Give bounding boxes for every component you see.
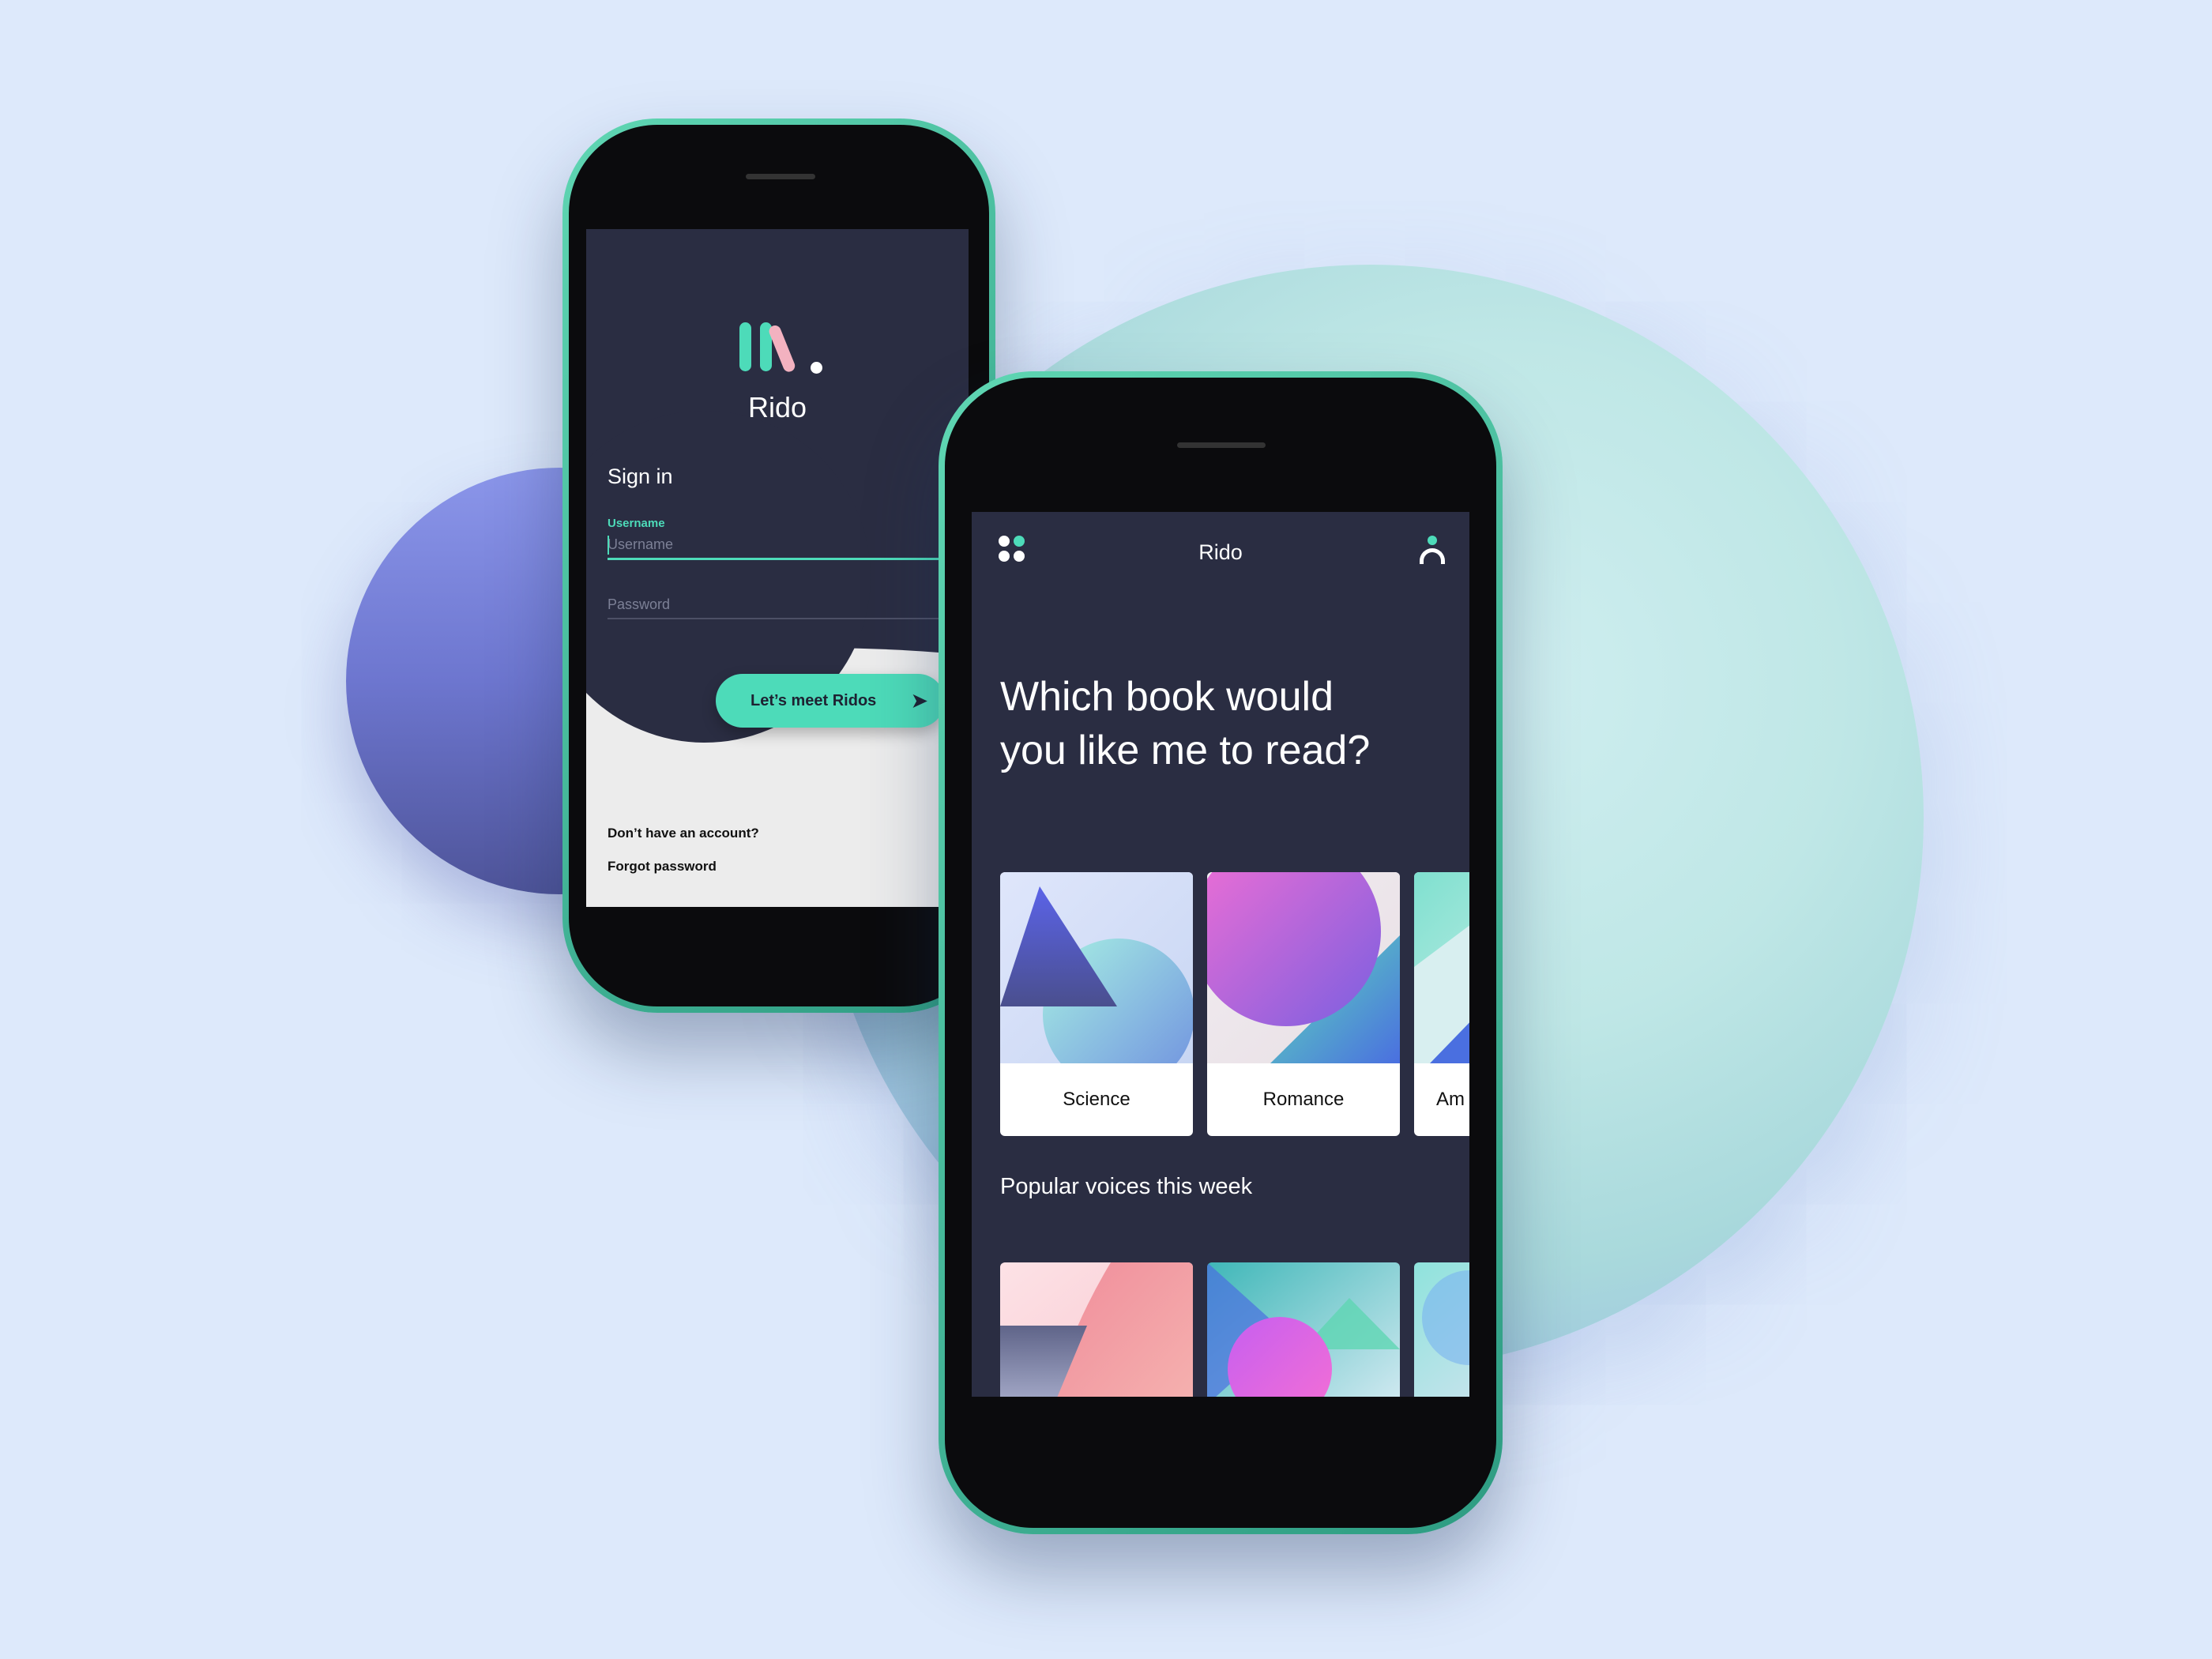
home-screen: Rido Which book would you like me to rea… [972, 512, 1469, 1397]
arrow-right-icon: ➤ [911, 690, 927, 712]
voice-card[interactable] [1414, 1262, 1469, 1397]
genre-carousel: Science Romance Am [1000, 872, 1469, 1136]
romance-artwork [1207, 872, 1400, 1063]
meet-ridos-label: Let’s meet Ridos [750, 691, 877, 709]
popular-voices-title: Popular voices this week [1000, 1174, 1253, 1199]
headline: Which book would you like me to read? [1000, 674, 1371, 773]
voice-card[interactable] [1000, 1262, 1193, 1397]
forgot-password-link[interactable]: Forgot password [608, 859, 717, 875]
genre-artwork [1414, 872, 1469, 1063]
popular-voices-carousel [1000, 1262, 1469, 1397]
signin-title: Sign in [608, 465, 673, 488]
genre-card-science[interactable]: Science [1000, 872, 1193, 1136]
password-input[interactable] [608, 591, 955, 619]
meet-ridos-button[interactable]: Let’s meet Ridos ➤ [716, 674, 945, 728]
username-label: Username [608, 517, 665, 530]
genre-label: Am [1436, 1089, 1465, 1110]
user-icon[interactable] [1417, 536, 1447, 566]
phone-speaker [1177, 442, 1266, 448]
phone-speaker [746, 174, 815, 179]
rido-logo [739, 322, 826, 378]
app-title: Rido [1198, 540, 1243, 564]
phone-signin: Rido Sign in Username Let’s meet Ridos ➤… [562, 118, 995, 1013]
genre-label: Romance [1262, 1089, 1345, 1110]
app-name: Rido [747, 391, 807, 423]
genre-card-partial[interactable]: Am [1414, 872, 1469, 1136]
username-input[interactable] [608, 531, 955, 560]
text-cursor [608, 536, 609, 555]
genre-card-romance[interactable]: Romance [1207, 872, 1400, 1136]
signin-screen: Rido Sign in Username Let’s meet Ridos ➤… [586, 229, 969, 907]
create-account-link[interactable]: Don’t have an account? [608, 826, 759, 841]
voice-card[interactable] [1207, 1262, 1400, 1397]
phone-home: Rido Which book would you like me to rea… [939, 371, 1503, 1534]
science-artwork [1000, 872, 1193, 1063]
genre-label: Science [1063, 1089, 1130, 1110]
